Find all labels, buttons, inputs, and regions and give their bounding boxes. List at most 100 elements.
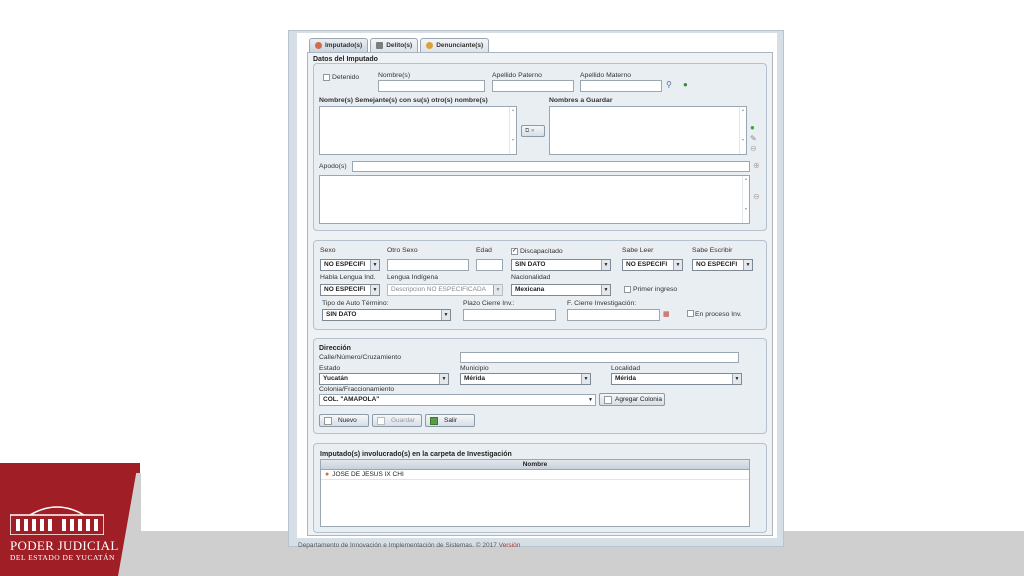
involucrados-section: Imputado(s) involucrado(s) en la carpeta… — [313, 443, 767, 533]
tab-label: Delito(s) — [386, 42, 413, 49]
row-name: JOSE DE JESUS IX CHI — [332, 470, 404, 478]
discapacitado-label: Discapacitado — [520, 248, 563, 255]
municipio-select[interactable]: Mérida ▼ — [460, 373, 591, 385]
tab-imputados[interactable]: Imputado(s) — [309, 38, 369, 52]
brand-subtitle: DEL ESTADO DE YUCATÁN — [10, 553, 115, 562]
lengua-indigena-select[interactable]: Descripcion NO ESPECIFICADA ▼ — [387, 284, 503, 296]
semejantes-list[interactable]: ▴ ▾ — [319, 106, 517, 155]
select-value: SIN DATO — [326, 311, 357, 318]
habla-lengua-label: Habla Lengua Ind. — [320, 274, 376, 281]
table-row[interactable]: ● JOSE DE JESUS IX CHI — [321, 470, 749, 480]
en-proceso-checkbox[interactable] — [687, 310, 694, 317]
tipo-auto-select[interactable]: SIN DATO ▼ — [322, 309, 451, 321]
scrollbar[interactable]: ▴ ▾ — [509, 107, 516, 154]
apodo-label: Apodo(s) — [319, 163, 347, 170]
otro-sexo-input[interactable] — [387, 259, 469, 271]
person-search-icon[interactable]: ● — [683, 81, 688, 89]
tipo-auto-label: Tipo de Auto Término: — [322, 300, 389, 307]
scrollbar[interactable]: ▴ ▾ — [739, 107, 746, 154]
apodos-list[interactable]: ▴ ▾ — [319, 175, 750, 224]
detenido-label: Detenido — [332, 74, 360, 81]
apodo-input[interactable] — [352, 161, 750, 172]
search-icon[interactable]: ⚲ — [666, 81, 672, 89]
estado-select[interactable]: Yucatán ▼ — [319, 373, 449, 385]
discapacitado-checkbox[interactable]: ✓ — [511, 248, 518, 255]
select-value: SIN DATO — [515, 261, 546, 268]
apellido-paterno-input[interactable] — [492, 80, 574, 92]
app-content: Imputado(s) Delito(s) Denunciante(s) Dat… — [297, 33, 777, 538]
tab-denunciantes[interactable]: Denunciante(s) — [420, 38, 490, 52]
scale-icon — [376, 42, 384, 49]
nombres-input[interactable] — [378, 80, 485, 92]
nuevo-button[interactable]: Nuevo — [319, 414, 369, 427]
tab-delitos[interactable]: Delito(s) — [370, 38, 419, 52]
semejantes-label: Nombre(s) Semejante(s) con su(s) otro(s)… — [319, 97, 488, 104]
select-value: Mexicana — [515, 286, 545, 293]
apellido-materno-input[interactable] — [580, 80, 662, 92]
salir-button[interactable]: Salir — [425, 414, 475, 427]
en-proceso-label: En proceso Inv. — [695, 311, 742, 318]
edad-label: Edad — [476, 247, 492, 254]
primer-ingreso-label: Primer ingreso — [633, 286, 678, 293]
nacionalidad-label: Nacionalidad — [511, 274, 551, 281]
version-link[interactable]: Versión — [499, 542, 521, 549]
chevron-down-icon: ▼ — [601, 285, 610, 295]
brand-title: PODER JUDICIAL — [10, 538, 119, 553]
edit-icon[interactable]: ✎ — [750, 135, 757, 143]
nacionalidad-select[interactable]: Mexicana ▼ — [511, 284, 611, 296]
select-value: NO ESPECIFI — [626, 261, 668, 268]
button-label: Nuevo — [338, 417, 357, 424]
apellido-materno-label: Apellido Materno — [580, 72, 632, 79]
datos-section: Detenido Nombre(s) Apellido Paterno Apel… — [313, 63, 767, 231]
person-icon — [315, 42, 322, 49]
localidad-select[interactable]: Mérida ▼ — [611, 373, 742, 385]
chevron-down-icon: ▼ — [743, 260, 752, 270]
sabe-escribir-label: Sabe Escribir — [692, 247, 733, 254]
chevron-down-icon: ▼ — [441, 310, 450, 320]
add-apodo-icon[interactable]: ⊕ — [753, 162, 760, 170]
person-icon: ● — [325, 470, 330, 478]
sabe-escribir-select[interactable]: NO ESPECIFI ▼ — [692, 259, 753, 271]
building-logo-icon — [10, 506, 104, 535]
sexo-select[interactable]: NO ESPECIFI ▼ — [320, 259, 380, 271]
cierre-label: F. Cierre Investigación: — [567, 300, 637, 307]
plazo-label: Plazo Cierre Inv.: — [463, 300, 515, 307]
chevron-down-icon: ▼ — [439, 374, 448, 384]
primer-ingreso-checkbox[interactable] — [624, 286, 631, 293]
chevron-down-icon: ▼ — [732, 374, 741, 384]
habla-lengua-select[interactable]: NO ESPECIFI ▼ — [320, 284, 380, 296]
new-document-icon — [324, 416, 332, 425]
remove-icon[interactable]: ⊖ — [750, 145, 757, 153]
discapacitado-select[interactable]: SIN DATO ▼ — [511, 259, 611, 271]
localidad-label: Localidad — [611, 365, 641, 372]
colonia-select[interactable]: COL. "AMAPOLA" ▼ — [319, 394, 596, 406]
plazo-input[interactable] — [463, 309, 556, 321]
tab-label: Imputado(s) — [325, 42, 363, 49]
chevron-down-icon: ▼ — [370, 285, 379, 295]
calendar-icon[interactable]: ▦ — [663, 311, 670, 319]
edad-input[interactable] — [476, 259, 503, 271]
scrollbar[interactable]: ▴ ▾ — [742, 176, 749, 223]
guardar-button[interactable]: Guardar — [372, 414, 422, 427]
chevron-down-icon: ▼ — [581, 374, 590, 384]
chevron-down-icon: ▼ — [370, 260, 379, 270]
select-value: Mérida — [615, 375, 636, 382]
calle-input[interactable] — [460, 352, 739, 363]
button-label: Salir — [444, 417, 458, 424]
agregar-colonia-button[interactable]: Agregar Colonia — [599, 393, 665, 406]
remove-apodo-icon[interactable]: ⊖ — [753, 193, 760, 201]
guardar-list[interactable]: ▴ ▾ — [549, 106, 747, 155]
estado-label: Estado — [319, 365, 341, 372]
tab-bar: Imputado(s) Delito(s) Denunciante(s) — [309, 38, 490, 52]
select-value: Descripcion NO ESPECIFICADA — [391, 286, 486, 293]
tab-panel: Datos del Imputado Detenido Nombre(s) Ap… — [307, 52, 773, 536]
sabe-leer-select[interactable]: NO ESPECIFI ▼ — [622, 259, 683, 271]
select-value: COL. "AMAPOLA" — [323, 396, 380, 403]
column-header-nombre[interactable]: Nombre — [321, 460, 749, 470]
apellido-paterno-label: Apellido Paterno — [492, 72, 542, 79]
cierre-input[interactable] — [567, 309, 660, 321]
add-icon[interactable]: ● — [750, 124, 755, 132]
detenido-checkbox[interactable] — [323, 74, 330, 81]
select-value: NO ESPECIFI — [696, 261, 738, 268]
transfer-button[interactable]: ⧉ » — [521, 125, 545, 137]
